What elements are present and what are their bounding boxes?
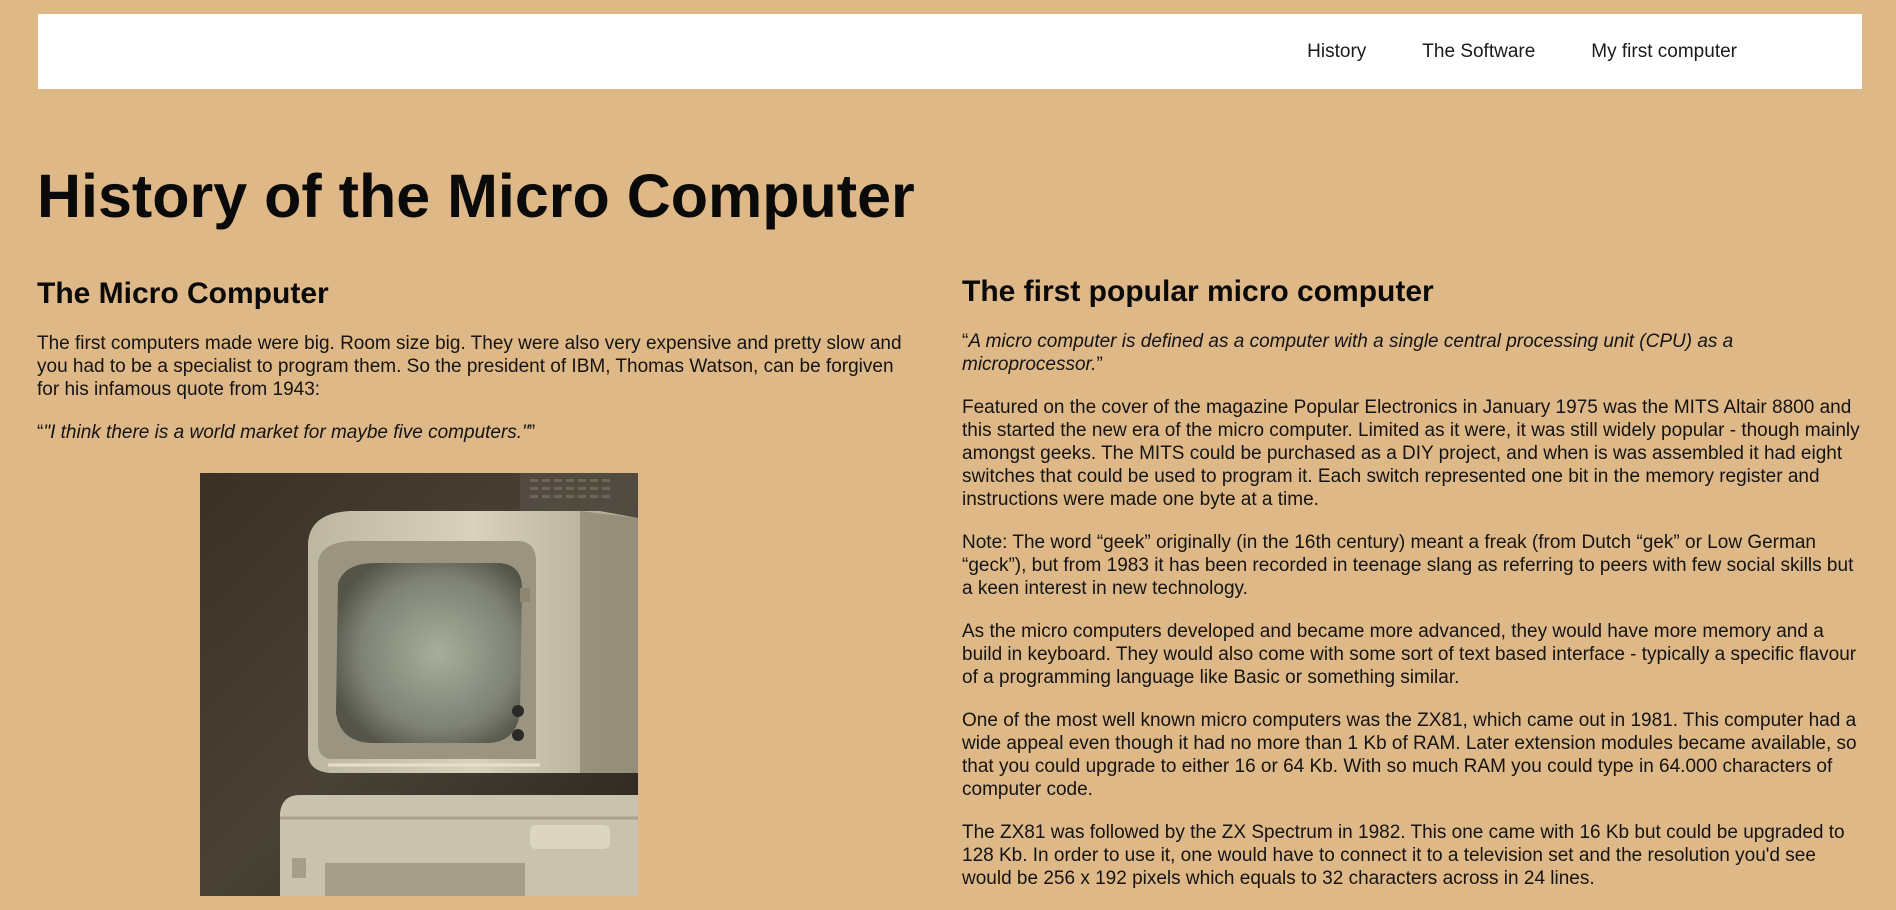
nav-link-my-first-computer[interactable]: My first computer [1591, 41, 1737, 63]
quote-close-mark: ” [1096, 354, 1103, 375]
paragraph-altair: Featured on the cover of the magazine Po… [962, 397, 1860, 510]
paragraph-zx81: One of the most well known micro compute… [962, 710, 1857, 800]
paragraph-zx-spectrum: The ZX81 was followed by the ZX Spectrum… [962, 822, 1845, 889]
nav-link-history[interactable]: History [1307, 41, 1366, 63]
left-column: The Micro Computer The first computers m… [37, 276, 917, 464]
vintage-computer-photo [200, 473, 638, 896]
section-heading-first-popular: The first popular micro computer [962, 275, 1434, 308]
top-navbar: History The Software My first computer [38, 14, 1862, 89]
definition-quote-text: A micro computer is defined as a compute… [962, 331, 1734, 375]
definition-quote: “A micro computer is defined as a comput… [962, 330, 1862, 376]
paragraph-development: As the micro computers developed and bec… [962, 621, 1857, 688]
paragraph-geek-note: Note: The word “geek” originally (in the… [962, 532, 1854, 599]
section-heading-micro-computer: The Micro Computer [37, 277, 329, 310]
right-column: The first popular micro computer “A micr… [962, 274, 1862, 910]
watson-quote: “"I think there is a world market for ma… [37, 421, 917, 444]
intro-paragraph: The first computers made were big. Room … [37, 333, 902, 400]
quote-close-mark: ” [528, 422, 536, 443]
nav-links: History The Software My first computer [1307, 14, 1737, 89]
watson-quote-text: "I think there is a world market for may… [43, 422, 529, 443]
page-title: History of the Micro Computer [37, 162, 915, 230]
nav-link-the-software[interactable]: The Software [1422, 41, 1535, 63]
